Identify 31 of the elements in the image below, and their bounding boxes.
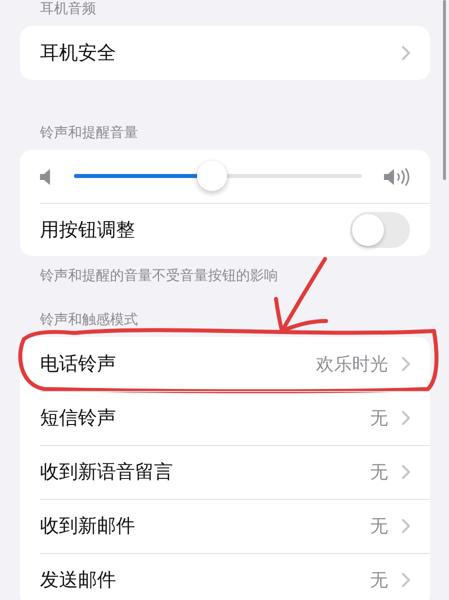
settings-row[interactable]: 短信铃声 无	[20, 391, 430, 445]
row-value: 无	[370, 515, 388, 538]
chevron-icon	[402, 357, 410, 371]
chevron-icon	[402, 573, 410, 587]
speaker-icon	[40, 168, 52, 184]
settings-row[interactable]: 收到新语音留言 无	[20, 445, 430, 499]
section-header: 耳机音频	[39, 0, 97, 19]
row-label: 用按钮调整	[40, 218, 136, 242]
row-label: 短信铃声	[40, 406, 117, 431]
row-value: 无	[370, 569, 388, 592]
row-label: 耳机安全	[40, 41, 117, 66]
settings-row[interactable]: 收到新邮件 无	[20, 499, 430, 553]
section-footer: 铃声和提醒的音量不受音量按钮的影响	[20, 256, 430, 285]
toggle-switch[interactable]	[350, 212, 410, 248]
chevron-icon	[402, 465, 410, 479]
row-label: 发送邮件	[40, 568, 117, 593]
row-label: 收到新语音留言	[40, 460, 174, 485]
chevron-icon	[402, 46, 410, 60]
row-label: 电话铃声	[40, 352, 117, 377]
row-value: 无	[370, 407, 388, 430]
chevron-icon	[402, 411, 410, 425]
speaker-loud-icon	[384, 168, 410, 186]
settings-row[interactable]: 耳机安全	[20, 26, 430, 80]
row-value: 无	[370, 461, 388, 484]
settings-row[interactable]: 发送邮件 无	[20, 553, 430, 600]
section-header: 铃声和触感模式	[39, 311, 139, 330]
volume-slider[interactable]	[74, 160, 362, 192]
row-label: 收到新邮件	[40, 514, 136, 539]
row-value: 欢乐时光	[316, 353, 388, 376]
chevron-icon	[402, 519, 410, 533]
section-header: 铃声和提醒音量	[39, 124, 139, 143]
